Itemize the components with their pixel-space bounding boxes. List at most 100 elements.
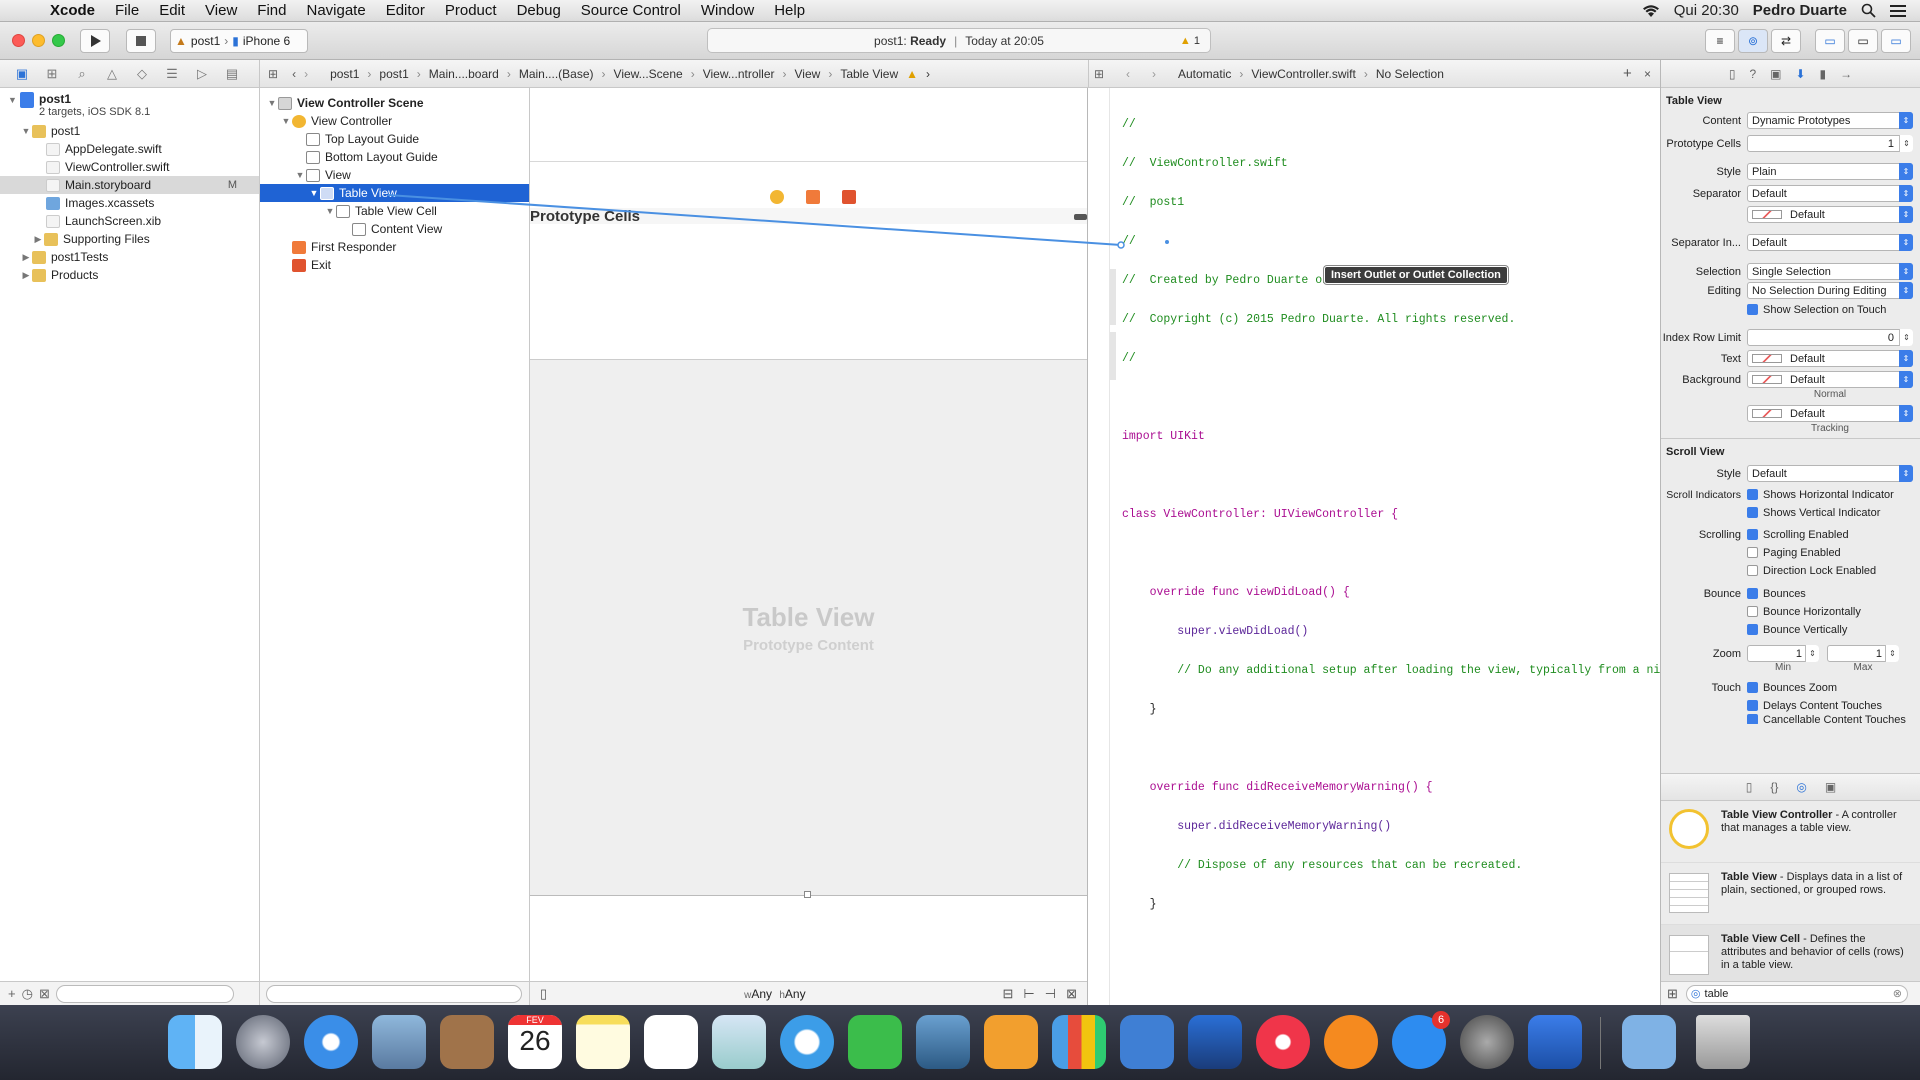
menu-source-control[interactable]: Source Control [571, 2, 691, 19]
quick-help-icon[interactable]: ? [1749, 67, 1756, 81]
close-window-button[interactable] [12, 34, 25, 47]
bounce-v-checkbox[interactable] [1747, 624, 1758, 635]
menu-debug[interactable]: Debug [507, 2, 571, 19]
menu-app-name[interactable]: Xcode [40, 2, 105, 19]
zoom-max-stepper[interactable]: 1 ⇕ [1827, 645, 1899, 662]
disclosure-triangle-icon[interactable]: ▼ [266, 98, 278, 108]
jump-item[interactable]: post1 [330, 67, 359, 81]
disclosure-triangle-icon[interactable]: ▶ [20, 252, 32, 263]
outline-toggle-icon[interactable]: ▯ [540, 986, 547, 1002]
notification-center-icon[interactable] [1890, 4, 1906, 17]
zoom-window-button[interactable] [52, 34, 65, 47]
grid-icon[interactable]: ⊞ [1094, 67, 1104, 81]
notes-icon[interactable] [576, 1015, 630, 1069]
delays-content-checkbox[interactable] [1747, 700, 1758, 711]
close-editor-icon[interactable]: × [1644, 67, 1651, 81]
maps-icon[interactable] [712, 1015, 766, 1069]
forward-icon[interactable]: › [1152, 67, 1156, 81]
stepper-arrows-icon[interactable]: ⇕ [1885, 645, 1899, 662]
jump-item[interactable]: post1 [379, 67, 408, 81]
jump-item[interactable]: Main....board [429, 67, 499, 81]
jump-item[interactable]: View [795, 67, 821, 81]
background-normal-popup[interactable]: Default ⇕ [1747, 371, 1913, 388]
grid-view-icon[interactable]: ⊞ [1667, 986, 1678, 1002]
xcode-icon[interactable] [1188, 1015, 1242, 1069]
object-library-icon[interactable]: ◎ [1796, 780, 1806, 794]
safari-icon[interactable] [304, 1015, 358, 1069]
selection-popup[interactable]: Single Selection ⇕ [1747, 263, 1913, 280]
symbol-icon[interactable]: ⊞ [40, 66, 64, 82]
resolve-icon[interactable]: ⊠ [1066, 986, 1077, 1002]
zoom-min-stepper[interactable]: 1 ⇕ [1747, 645, 1819, 662]
list-item[interactable]: ▶ Supporting Files [0, 230, 259, 248]
menu-view[interactable]: View [195, 2, 247, 19]
bounce-h-checkbox[interactable] [1747, 606, 1758, 617]
jump-item[interactable]: Table View [840, 67, 898, 81]
index-row-limit-stepper[interactable]: 0 ⇕ [1747, 329, 1913, 346]
separator-popup[interactable]: Default ⇕ [1747, 185, 1913, 202]
facetime-icon[interactable] [848, 1015, 902, 1069]
menu-file[interactable]: File [105, 2, 149, 19]
pages-icon[interactable] [984, 1015, 1038, 1069]
menu-product[interactable]: Product [435, 2, 507, 19]
paging-enabled-checkbox[interactable] [1747, 547, 1758, 558]
project-root[interactable]: ▼ post1 2 targets, iOS SDK 8.1 [0, 90, 259, 122]
menu-edit[interactable]: Edit [149, 2, 195, 19]
disclosure-triangle-icon[interactable]: ▶ [20, 270, 32, 281]
trash-icon[interactable] [1696, 1015, 1750, 1069]
first-responder-icon[interactable] [806, 190, 820, 204]
menu-find[interactable]: Find [247, 2, 296, 19]
stepper-arrows-icon[interactable]: ⇕ [1899, 329, 1913, 346]
mail-icon[interactable] [372, 1015, 426, 1069]
direction-lock-checkbox[interactable] [1747, 565, 1758, 576]
cancellable-checkbox[interactable] [1747, 714, 1758, 724]
disclosure-triangle-icon[interactable]: ▼ [308, 188, 320, 198]
list-item[interactable]: LaunchScreen.xib [0, 212, 259, 230]
list-item[interactable]: ▼ post1 [0, 122, 259, 140]
outline-item[interactable]: Top Layout Guide [260, 130, 529, 148]
add-editor-icon[interactable]: + [1623, 65, 1632, 82]
list-item-selected[interactable]: Main.storyboard M [0, 176, 259, 194]
outline-item[interactable]: Content View [260, 220, 529, 238]
align-icon[interactable]: ⊢ [1023, 986, 1034, 1002]
contacts-icon[interactable] [440, 1015, 494, 1069]
disclosure-triangle-icon[interactable]: ▼ [280, 116, 292, 126]
prototype-cells-stepper[interactable]: 1 ⇕ [1747, 135, 1913, 152]
separator-color-popup[interactable]: Default ⇕ [1747, 206, 1913, 223]
library-item[interactable]: Table View Controller - A controller tha… [1661, 801, 1920, 863]
content-popup[interactable]: Dynamic Prototypes ⇕ [1747, 112, 1913, 129]
test-icon[interactable]: ◇ [130, 66, 154, 82]
stepper-arrows-icon[interactable]: ⇕ [1899, 135, 1913, 152]
scheme-selector[interactable]: ▲ post1 › ▮ iPhone 6 [170, 29, 308, 53]
resize-handle[interactable] [1074, 214, 1087, 220]
size-inspector-icon[interactable]: ▮ [1820, 67, 1827, 81]
toggle-utilities-button[interactable]: ▭ [1881, 29, 1911, 53]
keynote-icon[interactable] [1120, 1015, 1174, 1069]
folder-icon[interactable]: ▣ [10, 66, 34, 82]
jump-item[interactable]: View...Scene [614, 67, 683, 81]
outline-item[interactable]: Bottom Layout Guide [260, 148, 529, 166]
assistant-editor-button[interactable]: ⊚ [1738, 29, 1768, 53]
show-selection-checkbox[interactable] [1747, 304, 1758, 315]
bounces-checkbox[interactable] [1747, 588, 1758, 599]
version-editor-button[interactable]: ⇄ [1771, 29, 1801, 53]
disclosure-triangle-icon[interactable]: ▼ [20, 126, 32, 136]
calendar-icon[interactable]: FEV 26 [508, 1015, 562, 1069]
outline-item-selected[interactable]: ▼ Table View [260, 184, 529, 202]
outline-filter-input[interactable] [266, 984, 522, 1003]
disclosure-triangle-icon[interactable]: ▶ [32, 234, 44, 245]
list-item[interactable]: ViewController.swift [0, 158, 259, 176]
size-class-control[interactable]: wAny hAny [744, 987, 806, 1001]
outline-item[interactable]: ▼ View Controller Scene [260, 94, 529, 112]
scm-icon[interactable]: ⊠ [39, 986, 50, 1002]
style-popup[interactable]: Plain ⇕ [1747, 163, 1913, 180]
numbers-icon[interactable] [1052, 1015, 1106, 1069]
forward-icon[interactable]: › [304, 67, 308, 81]
selection-handle[interactable] [804, 891, 811, 898]
editing-popup[interactable]: No Selection During Editing ⇕ [1747, 282, 1913, 299]
messages-icon[interactable] [780, 1015, 834, 1069]
list-item[interactable]: ▶ Products [0, 266, 259, 284]
itunes-icon[interactable] [1256, 1015, 1310, 1069]
library-search-input[interactable]: ◎ table ⊗ [1685, 984, 1908, 1003]
outline-item[interactable]: ▼ View [260, 166, 529, 184]
